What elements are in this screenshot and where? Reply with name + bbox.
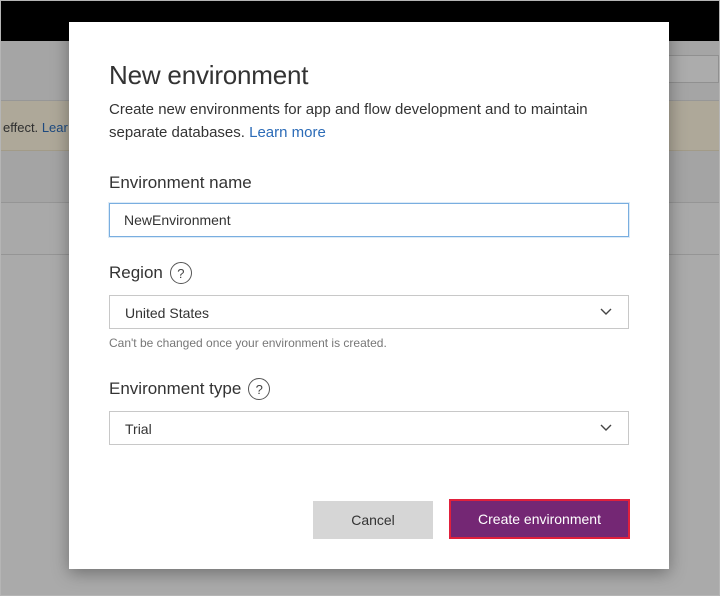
learn-more-link[interactable]: Learn more [249, 124, 326, 141]
environment-type-selected-value: Trial [125, 421, 152, 437]
cancel-button[interactable]: Cancel [313, 501, 433, 539]
region-help-icon[interactable]: ? [169, 262, 192, 284]
create-environment-button[interactable]: Create environment [449, 499, 630, 539]
environment-name-label: Environment name [109, 173, 252, 193]
app-window: effect. Lear New environment Create new … [0, 0, 720, 596]
chevron-down-icon [600, 424, 612, 431]
region-dropdown[interactable]: United States [109, 295, 629, 329]
environment-type-dropdown[interactable]: Trial [109, 411, 629, 445]
chevron-down-icon [600, 308, 612, 315]
environment-type-label: Environment type ? [109, 378, 271, 400]
environment-name-input[interactable] [109, 203, 629, 237]
environment-name-label-text: Environment name [109, 173, 252, 192]
region-label-text: Region [109, 263, 163, 282]
dialog-description: Create new environments for app and flow… [109, 98, 639, 144]
region-hint: Can't be changed once your environment i… [109, 336, 387, 350]
environment-type-help-icon[interactable]: ? [248, 378, 271, 400]
region-label: Region ? [109, 262, 192, 284]
new-environment-dialog: New environment Create new environments … [69, 22, 669, 569]
region-selected-value: United States [125, 305, 210, 321]
dialog-title: New environment [109, 60, 309, 90]
description-text: Create new environments for app and flow… [109, 101, 588, 141]
environment-type-label-text: Environment type [109, 379, 242, 398]
